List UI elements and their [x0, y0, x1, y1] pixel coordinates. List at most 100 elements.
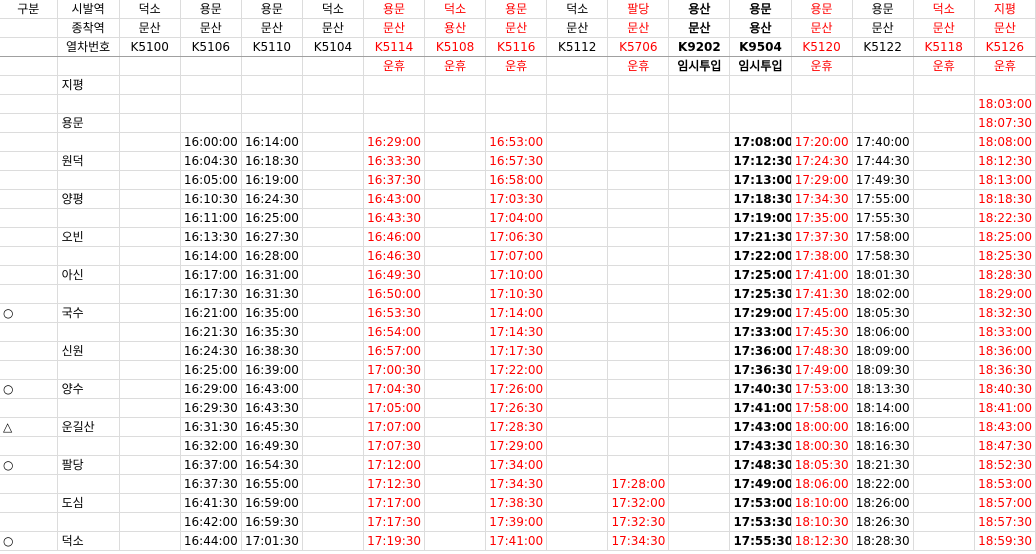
time-cell[interactable]: 17:39:00: [485, 512, 548, 533]
time-cell[interactable]: 17:55:30: [729, 531, 792, 552]
header-cell[interactable]: 팔당: [607, 0, 670, 20]
time-cell[interactable]: 16:41:30: [180, 493, 242, 514]
time-cell[interactable]: 17:45:30: [791, 322, 853, 343]
note-cell[interactable]: [546, 56, 609, 77]
time-cell[interactable]: 17:17:30: [485, 341, 548, 362]
time-cell[interactable]: 17:36:00: [729, 341, 792, 362]
stop-mark-cell[interactable]: [0, 398, 58, 419]
time-cell[interactable]: [913, 512, 975, 533]
station-name-cell[interactable]: [57, 170, 120, 191]
time-cell[interactable]: 16:32:00: [180, 436, 242, 457]
time-cell[interactable]: [668, 341, 731, 362]
station-name-cell[interactable]: 신원: [57, 341, 120, 362]
station-name-cell[interactable]: [57, 322, 120, 343]
time-cell[interactable]: 16:59:00: [241, 493, 303, 514]
time-cell[interactable]: 18:07:30: [974, 113, 1036, 134]
time-cell[interactable]: [668, 208, 731, 229]
station-name-cell[interactable]: 팔당: [57, 455, 120, 476]
time-cell[interactable]: 17:18:30: [729, 189, 792, 210]
stop-mark-cell[interactable]: [0, 75, 58, 96]
time-cell[interactable]: 17:25:30: [729, 284, 792, 305]
time-cell[interactable]: [546, 436, 609, 457]
time-cell[interactable]: 17:25:00: [729, 265, 792, 286]
time-cell[interactable]: 18:13:00: [974, 170, 1036, 191]
station-name-cell[interactable]: 국수: [57, 303, 120, 324]
time-cell[interactable]: [668, 151, 731, 172]
time-cell[interactable]: 18:26:00: [852, 493, 914, 514]
time-cell[interactable]: [546, 398, 609, 419]
time-cell[interactable]: 17:43:30: [729, 436, 792, 457]
time-cell[interactable]: [119, 265, 181, 286]
time-cell[interactable]: [913, 94, 975, 115]
header-cell[interactable]: 용문: [180, 0, 242, 20]
time-cell[interactable]: 18:22:30: [974, 208, 1036, 229]
time-cell[interactable]: 18:00:00: [791, 417, 853, 438]
time-cell[interactable]: 18:06:00: [791, 474, 853, 495]
time-cell[interactable]: [668, 474, 731, 495]
time-cell[interactable]: [302, 455, 364, 476]
time-cell[interactable]: [607, 341, 670, 362]
time-cell[interactable]: 18:57:00: [974, 493, 1036, 514]
stop-mark-cell[interactable]: ○: [0, 303, 58, 324]
note-cell[interactable]: 운휴: [607, 56, 670, 77]
time-cell[interactable]: [607, 113, 670, 134]
time-cell[interactable]: 16:31:30: [180, 417, 242, 438]
time-cell[interactable]: [302, 531, 364, 552]
time-cell[interactable]: [668, 493, 731, 514]
header-cell-category[interactable]: 구분: [0, 0, 58, 20]
time-cell[interactable]: [119, 132, 181, 153]
stop-mark-cell[interactable]: [0, 493, 58, 514]
header-cell[interactable]: 용산: [424, 18, 487, 39]
time-cell[interactable]: 16:00:00: [180, 132, 242, 153]
time-cell[interactable]: 17:19:00: [729, 208, 792, 229]
header-cell[interactable]: 문산: [668, 18, 731, 39]
time-cell[interactable]: 16:46:30: [363, 246, 426, 267]
stop-mark-cell[interactable]: [0, 322, 58, 343]
note-cell[interactable]: [180, 56, 242, 77]
time-cell[interactable]: [546, 151, 609, 172]
time-cell[interactable]: [424, 512, 487, 533]
time-cell[interactable]: 17:34:00: [485, 455, 548, 476]
header-cell[interactable]: 용문: [729, 0, 792, 20]
time-cell[interactable]: [607, 151, 670, 172]
time-cell[interactable]: [485, 94, 548, 115]
note-cell[interactable]: 운휴: [913, 56, 975, 77]
time-cell[interactable]: [119, 322, 181, 343]
time-cell[interactable]: [119, 189, 181, 210]
time-cell[interactable]: [302, 113, 364, 134]
time-cell[interactable]: [913, 303, 975, 324]
time-cell[interactable]: [119, 398, 181, 419]
header-cell-category[interactable]: [0, 18, 58, 39]
time-cell[interactable]: 16:44:00: [180, 531, 242, 552]
time-cell[interactable]: [668, 246, 731, 267]
time-cell[interactable]: [668, 94, 731, 115]
time-cell[interactable]: 17:29:00: [791, 170, 853, 191]
time-cell[interactable]: 18:21:30: [852, 455, 914, 476]
time-cell[interactable]: [729, 94, 792, 115]
header-cell[interactable]: 문산: [546, 18, 609, 39]
station-name-cell[interactable]: 아신: [57, 265, 120, 286]
time-cell[interactable]: 18:33:00: [974, 322, 1036, 343]
note-cell[interactable]: 운휴: [791, 56, 853, 77]
stop-mark-cell[interactable]: [0, 208, 58, 229]
time-cell[interactable]: [302, 94, 364, 115]
stop-mark-cell[interactable]: [0, 170, 58, 191]
time-cell[interactable]: 16:43:00: [363, 189, 426, 210]
time-cell[interactable]: 17:19:30: [363, 531, 426, 552]
time-cell[interactable]: 17:49:00: [791, 360, 853, 381]
header-cell[interactable]: K5114: [363, 37, 426, 58]
stop-mark-cell[interactable]: ○: [0, 531, 58, 552]
time-cell[interactable]: 17:34:30: [485, 474, 548, 495]
time-cell[interactable]: 16:39:00: [241, 360, 303, 381]
time-cell[interactable]: 17:06:30: [485, 227, 548, 248]
stop-mark-cell[interactable]: [0, 189, 58, 210]
time-cell[interactable]: [607, 322, 670, 343]
time-cell[interactable]: 16:43:30: [241, 398, 303, 419]
station-name-cell[interactable]: [57, 132, 120, 153]
time-cell[interactable]: [546, 265, 609, 286]
time-cell[interactable]: [302, 208, 364, 229]
time-cell[interactable]: [424, 227, 487, 248]
time-cell[interactable]: [607, 265, 670, 286]
time-cell[interactable]: 16:37:30: [180, 474, 242, 495]
time-cell[interactable]: 17:55:30: [852, 208, 914, 229]
